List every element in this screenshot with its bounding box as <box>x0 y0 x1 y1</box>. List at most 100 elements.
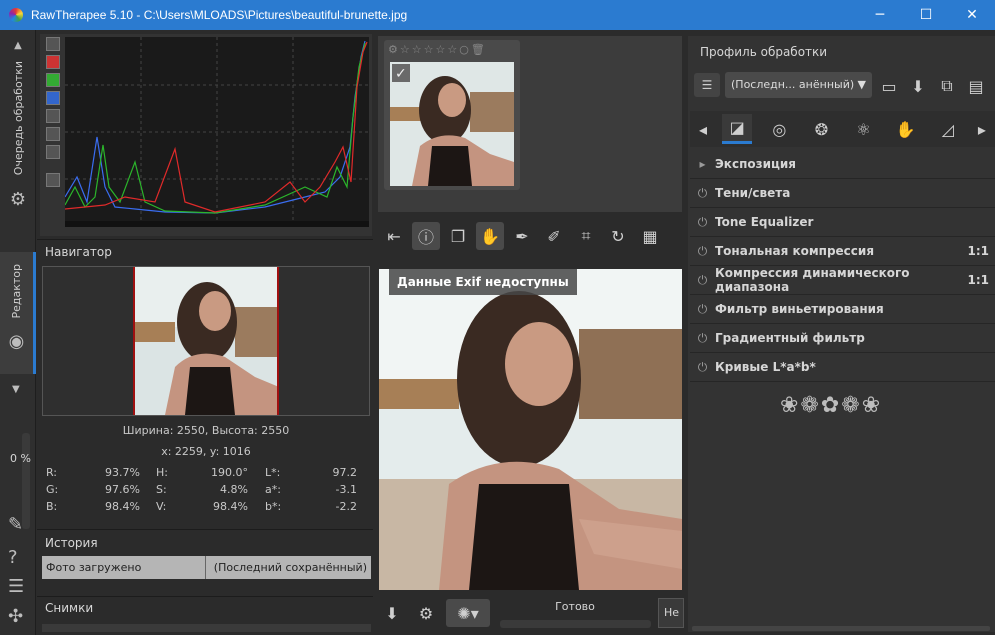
zoom-slider[interactable] <box>22 433 30 529</box>
add-edit-icon[interactable]: ✎ <box>8 514 23 535</box>
tool-row-tone-mapping[interactable]: ⏻ Тональная компрессия 1:1 <box>690 237 995 266</box>
main-preview-image[interactable] <box>379 269 682 590</box>
tab-local-icon[interactable]: ✋ <box>891 114 921 144</box>
horizontal-scrollbar[interactable] <box>692 626 990 631</box>
tab-queue[interactable]: ▲ Очередь обработки ⚙ <box>0 40 36 210</box>
histogram-options-icon[interactable] <box>46 173 60 187</box>
power-icon[interactable]: ⏻ <box>690 215 715 230</box>
tab-exposure-icon[interactable]: ◪ <box>722 114 753 144</box>
collapse-up-icon[interactable]: ▲ <box>14 40 22 51</box>
profile-select[interactable]: (Последн... анённый) ▼ <box>725 72 872 98</box>
profile-list-icon[interactable]: ☰ <box>694 73 720 97</box>
white-balance-picker-icon[interactable]: ✒ <box>508 222 536 250</box>
queue-tab-label: Очередь обработки <box>11 61 25 176</box>
hand-icon[interactable]: ✋ <box>476 222 504 250</box>
tool-row-shadows[interactable]: ⏻ Тени/света <box>690 179 995 208</box>
rgb-values: R: 93.7% G: 97.6% B: 98.4% <box>46 466 140 513</box>
power-icon[interactable]: ⏻ <box>690 186 715 201</box>
power-icon[interactable]: ⏻ <box>690 302 715 317</box>
before-after-icon[interactable]: ❐ <box>444 222 472 250</box>
tool-row-exposure[interactable]: ▸ Экспозиция <box>690 150 995 179</box>
blue-channel-icon[interactable] <box>46 91 60 105</box>
progress-bar <box>500 620 651 628</box>
snapshots-title: Снимки <box>45 601 94 615</box>
save-icon[interactable]: ⬇ <box>378 599 406 627</box>
aperture-icon: ◉ <box>8 330 25 352</box>
paste-icon[interactable]: ▤ <box>963 72 989 100</box>
tool-row-lab-curves[interactable]: ⏻ Кривые L*a*b* <box>690 353 995 382</box>
filmstrip: ⚙ ☆ ☆ ☆ ☆ ☆ ○ 🗑 ✓ <box>378 36 682 212</box>
minimize-button[interactable]: ─ <box>857 0 903 30</box>
hide-panel-icon[interactable]: ⇤ <box>380 222 408 250</box>
preview-toolbar: ⇤ ⓘ ❐ ✋ ✒ ✐ ⌗ ↻ ▦ <box>378 219 682 253</box>
gear-icon: ⚙ <box>9 189 27 211</box>
thumbnail-image: ✓ <box>390 62 514 186</box>
tab-advanced-icon[interactable]: ⚛ <box>849 114 879 144</box>
tab-transform-icon[interactable]: ◿ <box>933 114 963 144</box>
info-icon[interactable]: ⓘ <box>412 222 440 250</box>
tool-row-tone-equalizer[interactable]: ⏻ Tone Equalizer <box>690 208 995 237</box>
queue-gear-icon[interactable]: ⚙ <box>412 599 440 627</box>
tab-color-icon[interactable]: ❂ <box>806 114 836 144</box>
luminance-icon[interactable] <box>46 109 60 123</box>
red-channel-icon[interactable] <box>46 55 60 69</box>
exif-overlay: Данные Exif недоступны <box>389 269 577 295</box>
tool-row-drc[interactable]: ⏻ Компрессия динамического диапазона 1:1 <box>690 266 995 295</box>
power-icon[interactable]: ⏻ <box>690 244 715 259</box>
navigator-preview[interactable] <box>42 266 370 416</box>
close-button[interactable]: ✕ <box>949 0 995 30</box>
help-icon[interactable]: ? <box>8 547 18 568</box>
star-icon[interactable]: ☆ <box>447 43 457 56</box>
tab-editor[interactable]: Редактор ◉ <box>0 252 36 374</box>
history-item-left[interactable]: Фото загружено <box>42 556 205 579</box>
navigator-viewport-frame[interactable] <box>133 267 279 415</box>
history-title: История <box>45 536 98 550</box>
tool-row-vignette[interactable]: ⏻ Фильтр виньетирования <box>690 295 995 324</box>
navigator-title: Навигатор <box>45 245 112 259</box>
snapshots-list[interactable] <box>42 624 371 632</box>
app-icon <box>9 8 23 22</box>
trash-icon[interactable]: 🗑 <box>471 43 485 56</box>
power-icon[interactable]: ⏻ <box>690 360 715 375</box>
copy-icon[interactable]: ⧉ <box>934 72 960 100</box>
color-picker-icon[interactable]: ✐ <box>540 222 568 250</box>
neutral-button[interactable]: Не <box>658 598 684 628</box>
preferences-icon[interactable]: ☰ <box>8 576 24 597</box>
fullscreen-icon[interactable]: ✣ <box>8 606 23 627</box>
external-editor-icon[interactable]: ✺▾ <box>446 599 490 627</box>
hsv-values: H: 190.0° S: 4.8% V: 98.4% <box>156 466 248 513</box>
star-icon[interactable]: ☆ <box>424 43 434 56</box>
save-profile-icon[interactable]: ⬇ <box>905 72 931 100</box>
tab-detail-icon[interactable]: ◎ <box>764 114 794 144</box>
star-icon[interactable]: ☆ <box>412 43 422 56</box>
circle-icon[interactable]: ○ <box>459 43 469 56</box>
straighten-icon[interactable]: ↻ <box>604 222 632 250</box>
histogram-plot <box>65 37 369 227</box>
maximize-button[interactable]: ☐ <box>903 0 949 30</box>
gear-icon[interactable]: ⚙ <box>388 43 398 56</box>
star-icon[interactable]: ☆ <box>400 43 410 56</box>
tool-row-gradient[interactable]: ⏻ Градиентный фильтр <box>690 324 995 353</box>
green-channel-icon[interactable] <box>46 73 60 87</box>
tool-tabs: ◂ ◪ ◎ ❂ ⚛ ✋ ◿ ▸ <box>690 111 995 147</box>
chroma-icon[interactable] <box>46 127 60 141</box>
left-tab-strip: ▲ Очередь обработки ⚙ Редактор ◉ ▼ 0 % ✎… <box>0 30 36 635</box>
history-row[interactable]: Фото загружено (Последний сохранённый) <box>42 556 371 579</box>
open-folder-icon[interactable]: ▭ <box>876 72 902 100</box>
tabs-left-arrow-icon[interactable]: ◂ <box>696 114 710 144</box>
tabs-right-arrow-icon[interactable]: ▸ <box>975 114 989 144</box>
history-item-right[interactable]: (Последний сохранённый) <box>205 556 371 579</box>
perspective-icon[interactable]: ▦ <box>636 222 664 250</box>
raw-icon[interactable] <box>46 145 60 159</box>
thumbnail[interactable]: ⚙ ☆ ☆ ☆ ☆ ☆ ○ 🗑 ✓ <box>384 40 520 190</box>
collapse-down-icon[interactable]: ▼ <box>12 384 20 395</box>
status-text: Готово <box>555 600 595 613</box>
star-icon[interactable]: ☆ <box>436 43 446 56</box>
crop-icon[interactable]: ⌗ <box>572 222 600 250</box>
power-icon[interactable]: ⏻ <box>690 331 715 346</box>
histogram-mode-icon[interactable] <box>46 37 60 51</box>
power-icon[interactable]: ⏻ <box>690 273 715 288</box>
ornament-icon: ❀❁✿❁❀ <box>780 393 883 418</box>
expander-icon[interactable]: ▸ <box>690 157 715 171</box>
zoom-percent: 0 % <box>10 452 31 465</box>
